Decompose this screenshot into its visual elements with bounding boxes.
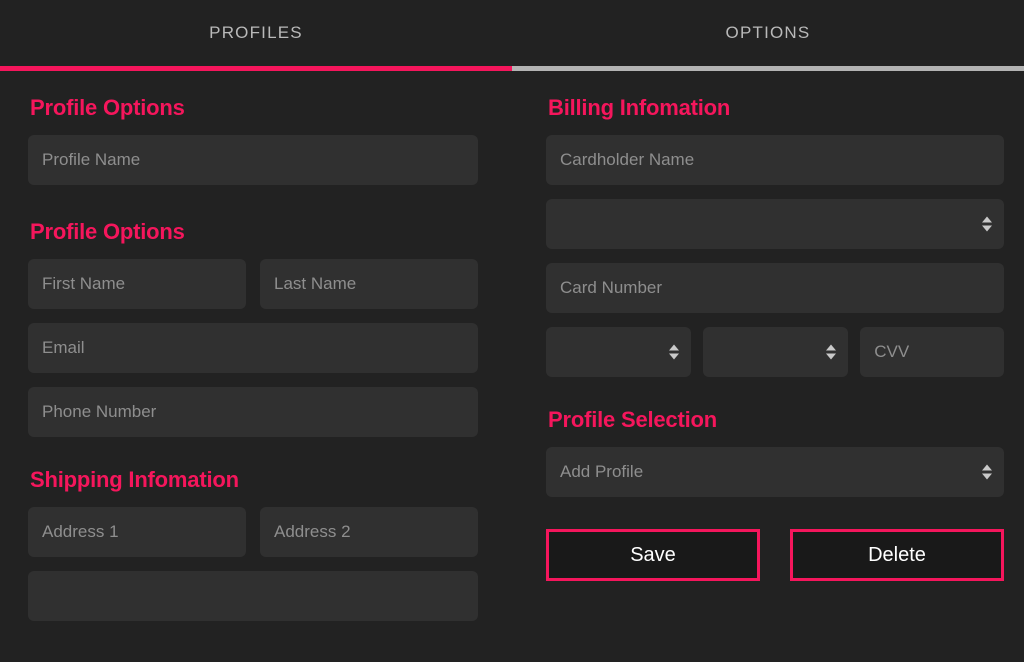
- cvv-input[interactable]: CVV: [860, 327, 1004, 377]
- name-row: First Name Last Name: [28, 259, 478, 309]
- chevron-updown-icon: [982, 464, 992, 480]
- tab-underline-inactive: [512, 66, 1024, 71]
- first-name-input[interactable]: First Name: [28, 259, 246, 309]
- cvv-placeholder: CVV: [874, 342, 910, 361]
- chevron-updown-icon: [982, 216, 992, 232]
- right-column: Billing Infomation Cardholder Name Card …: [512, 79, 1024, 659]
- tab-underline: [0, 66, 1024, 71]
- phone-number-placeholder: Phone Number: [42, 402, 157, 421]
- chevron-updown-icon: [826, 344, 837, 360]
- section-title-shipping-information: Shipping Infomation: [30, 467, 239, 492]
- delete-button[interactable]: Delete: [790, 529, 1004, 581]
- profile-name-input[interactable]: Profile Name: [28, 135, 478, 185]
- last-name-placeholder: Last Name: [274, 274, 357, 293]
- tab-underline-active: [0, 66, 512, 71]
- tab-profiles[interactable]: PROFILES: [0, 0, 512, 66]
- address-row: Address 1 Address 2: [28, 507, 478, 557]
- content-area: Profile Options Profile Name Profile Opt…: [0, 71, 1024, 659]
- cardholder-name-placeholder: Cardholder Name: [560, 150, 695, 169]
- shipping-extra-input[interactable]: [28, 571, 478, 621]
- exp-month-select[interactable]: [546, 327, 692, 377]
- email-placeholder: Email: [42, 338, 85, 357]
- expiry-cvv-row: CVV: [546, 327, 1004, 377]
- address-1-placeholder: Address 1: [42, 522, 119, 541]
- card-type-select[interactable]: [546, 199, 1004, 249]
- tab-bar: PROFILES OPTIONS: [0, 0, 1024, 66]
- first-name-placeholder: First Name: [42, 274, 126, 293]
- phone-number-input[interactable]: Phone Number: [28, 387, 478, 437]
- section-title-profile-options-1: Profile Options: [30, 95, 185, 120]
- address-2-input[interactable]: Address 2: [260, 507, 478, 557]
- tab-profiles-label: PROFILES: [209, 23, 303, 42]
- tab-options-label: OPTIONS: [725, 23, 811, 42]
- address-1-input[interactable]: Address 1: [28, 507, 246, 557]
- section-title-billing-information: Billing Infomation: [548, 95, 731, 120]
- email-input[interactable]: Email: [28, 323, 478, 373]
- save-button[interactable]: Save: [546, 529, 760, 581]
- profile-selection-value: Add Profile: [560, 462, 644, 481]
- delete-button-label: Delete: [868, 543, 926, 566]
- card-number-placeholder: Card Number: [560, 278, 663, 297]
- app-window: PROFILES OPTIONS Profile Options Profile…: [0, 0, 1024, 662]
- exp-year-select[interactable]: [703, 327, 849, 377]
- tab-options[interactable]: OPTIONS: [512, 0, 1024, 66]
- address-2-placeholder: Address 2: [274, 522, 351, 541]
- action-buttons: Save Delete: [546, 529, 1004, 581]
- section-title-profile-options-2: Profile Options: [30, 219, 185, 244]
- section-title-profile-selection: Profile Selection: [548, 407, 717, 432]
- profile-selection-dropdown[interactable]: Add Profile: [546, 447, 1004, 497]
- last-name-input[interactable]: Last Name: [260, 259, 478, 309]
- card-number-input[interactable]: Card Number: [546, 263, 1004, 313]
- cardholder-name-input[interactable]: Cardholder Name: [546, 135, 1004, 185]
- profile-name-placeholder: Profile Name: [42, 150, 141, 169]
- left-column: Profile Options Profile Name Profile Opt…: [0, 79, 512, 659]
- chevron-updown-icon: [669, 344, 680, 360]
- save-button-label: Save: [630, 543, 676, 566]
